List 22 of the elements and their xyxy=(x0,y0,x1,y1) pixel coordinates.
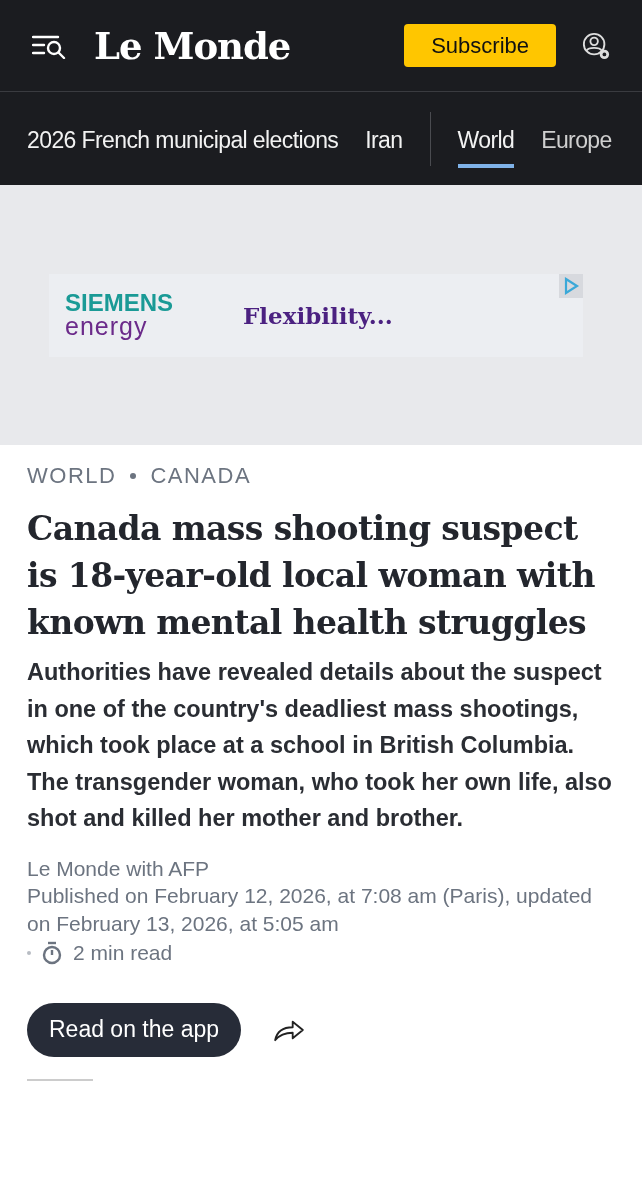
bullet-separator xyxy=(130,473,137,479)
headline: Canada mass shooting suspect is 18-year-old local woman with known mental health struggles xyxy=(27,508,596,644)
nav-tab[interactable]: Iran xyxy=(365,117,403,168)
brand-name: SIEMENS xyxy=(65,291,174,315)
nav-tab[interactable]: World xyxy=(457,117,515,168)
stopwatch-icon xyxy=(41,940,63,965)
bullet-separator xyxy=(27,950,31,955)
author: Le Monde with AFP xyxy=(27,855,211,882)
logo[interactable]: Le Monde xyxy=(94,23,291,68)
summary: Authorities have revealed details about the suspect in one of the country's deadliest mass shootings, which took place at a school in British Columbia. The transgender woman, who took her own life, also shot and killed her mother and brother. xyxy=(27,658,613,833)
account-settings-icon[interactable] xyxy=(582,31,610,60)
subscribe-button[interactable]: Subscribe xyxy=(404,24,556,67)
ad-banner[interactable]: SIEMENS energy Flexibility... xyxy=(49,273,583,357)
ad-tagline: Flexibility... xyxy=(243,301,393,329)
read-on-app-button[interactable]: Read on the app xyxy=(27,1002,242,1057)
read-time: 2 min read xyxy=(73,940,173,966)
nav-tab[interactable]: Europe xyxy=(541,117,612,168)
section-link[interactable]: WORLD xyxy=(27,463,117,489)
publication-dates: Published on February 12, 2026, at 7:08 am (Paris), updated on February 13, 2026, at 5:05 am xyxy=(27,883,593,937)
section-link[interactable]: CANADA xyxy=(150,463,252,489)
nav-tab[interactable]: 2026 French municipal elections xyxy=(27,117,339,168)
brand-subname: energy xyxy=(65,314,149,339)
